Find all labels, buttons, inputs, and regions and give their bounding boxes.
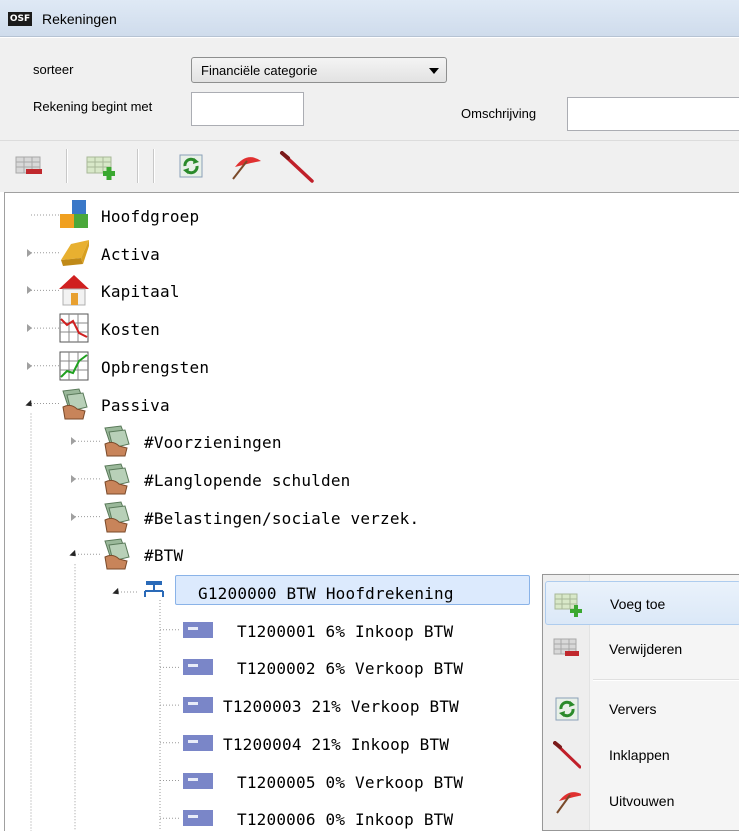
delete-account-button[interactable]	[14, 151, 44, 181]
menu-separator	[593, 679, 739, 681]
account-card-icon	[181, 650, 215, 684]
toolbar-separator	[66, 149, 68, 183]
collapse-all-button[interactable]	[278, 151, 314, 183]
sort-label: sorteer	[33, 62, 74, 77]
description-label: Omschrijving	[461, 106, 537, 121]
menu-item-label: Inklappen	[609, 747, 670, 763]
tree-node[interactable]: #Langlopende schulden	[5, 462, 545, 496]
toolbar-separator	[137, 149, 139, 183]
tree-node[interactable]: Kosten	[5, 311, 545, 345]
context-menu: Voeg toe Verwijderen Ververs Inklappen U…	[542, 574, 739, 831]
account-card-icon	[181, 764, 215, 798]
tree-leaf-account[interactable]: T1200003 21% Verkoop BTW	[5, 688, 545, 722]
tree-node[interactable]: #BTW	[5, 537, 545, 571]
tree-node-label: T1200004 21% Inkoop BTW	[223, 734, 450, 754]
collapse-icon	[553, 741, 581, 769]
menu-item-voeg-toe[interactable]: Voeg toe	[545, 581, 739, 625]
money-hand-icon	[99, 537, 133, 571]
tree-leaf-account[interactable]: T1200005 0% Verkoop BTW	[5, 764, 545, 798]
tree-node-label: T1200005 0% Verkoop BTW	[237, 772, 464, 792]
add-account-button[interactable]	[85, 151, 115, 181]
description-input[interactable]	[567, 97, 739, 131]
tree-node-label: T1200002 6% Verkoop BTW	[237, 659, 464, 679]
menu-item-verwijderen[interactable]: Verwijderen	[545, 627, 739, 671]
toolbar	[0, 140, 739, 192]
account-card-icon	[181, 726, 215, 760]
starts-with-input[interactable]	[191, 92, 304, 126]
sort-dropdown-value: Financiële categorie	[201, 63, 318, 78]
tree-leaf-account[interactable]: T1200006 0% Inkoop BTW	[5, 801, 545, 831]
starts-with-label: Rekening begint met	[33, 99, 153, 114]
refresh-icon	[555, 697, 579, 721]
window-title: Rekeningen	[42, 11, 117, 27]
app-logo-icon: OSF	[8, 12, 32, 26]
account-card-icon	[181, 613, 215, 647]
tree-node[interactable]: Hoofdgroep	[5, 198, 545, 232]
tree-node-label: Kosten	[101, 320, 160, 340]
add-account-icon	[86, 156, 115, 180]
tree-node-label: Hoofdgroep	[101, 207, 200, 226]
tree-leaf-account[interactable]: T1200002 6% Verkoop BTW	[5, 650, 545, 684]
menu-item-label: Uitvouwen	[609, 793, 675, 809]
sort-dropdown[interactable]: Financiële categorie	[191, 57, 447, 83]
umbrella-icon	[232, 157, 261, 180]
menu-item-inklappen[interactable]: Inklappen	[545, 733, 739, 777]
toolbar-separator	[153, 149, 155, 183]
refresh-button[interactable]	[176, 151, 206, 181]
menu-item-label: Ververs	[609, 701, 657, 717]
tree-node[interactable]: Kapitaal	[5, 273, 545, 307]
add-account-icon	[554, 593, 582, 617]
tree-node-label: T1200006 0% Inkoop BTW	[237, 810, 454, 830]
tree-node-label: Opbrengsten	[101, 357, 210, 377]
falling-chart-icon	[57, 311, 91, 345]
title-bar: OSF Rekeningen	[0, 0, 739, 37]
refresh-icon	[179, 154, 203, 178]
menu-item-label: Voeg toe	[610, 596, 666, 612]
account-card-icon	[181, 688, 215, 722]
tree-node-label: G1200000 BTW Hoofdrekening	[198, 584, 454, 603]
money-hand-icon	[99, 424, 133, 458]
tree-node[interactable]: #Voorzieningen	[5, 424, 545, 458]
tree-node-label: #BTW	[144, 546, 184, 566]
tree-node[interactable]: G1200000 BTW Hoofdrekening	[5, 575, 545, 609]
delete-account-icon	[15, 156, 42, 174]
gold-bar-icon	[57, 236, 91, 270]
tree-leaf-account[interactable]: T1200004 21% Inkoop BTW	[5, 726, 545, 760]
tree-node[interactable]: Opbrengsten	[5, 349, 545, 383]
tree-node-label: Passiva	[101, 395, 170, 415]
app-badge: OSF	[9, 14, 31, 24]
hierarchy-icon	[137, 575, 171, 609]
money-hand-icon	[99, 462, 133, 496]
tree-node-label: #Voorzieningen	[144, 433, 282, 453]
menu-item-uitvouwen[interactable]: Uitvouwen	[545, 779, 739, 823]
menu-item-ververs[interactable]: Ververs	[545, 687, 739, 731]
expand-all-button[interactable]	[227, 151, 261, 181]
tree-node-label: T1200003 21% Verkoop BTW	[223, 697, 459, 717]
tree-node[interactable]: Passiva	[5, 387, 545, 421]
delete-account-icon	[553, 638, 579, 656]
tree-node[interactable]: Activa	[5, 236, 545, 270]
umbrella-icon	[556, 792, 581, 814]
tree-node-label: Activa	[101, 244, 160, 264]
account-card-icon	[181, 801, 215, 831]
tree-node[interactable]: #Belastingen/sociale verzek.	[5, 500, 545, 534]
collapse-icon	[280, 151, 314, 183]
house-icon	[57, 273, 91, 307]
menu-item-label: Verwijderen	[609, 641, 683, 657]
tree-leaf-account[interactable]: T1200001 6% Inkoop BTW	[5, 613, 545, 647]
blocks-icon	[57, 198, 91, 232]
tree-node-label: #Langlopende schulden	[144, 470, 351, 490]
chevron-down-icon[interactable]	[429, 68, 439, 74]
money-hand-icon	[99, 500, 133, 534]
money-hand-icon	[57, 387, 91, 421]
tree-node-label: T1200001 6% Inkoop BTW	[237, 621, 454, 641]
tree-node-label: Kapitaal	[101, 282, 180, 302]
tree-node-label: #Belastingen/sociale verzek.	[144, 508, 420, 528]
rising-chart-icon	[57, 349, 91, 383]
